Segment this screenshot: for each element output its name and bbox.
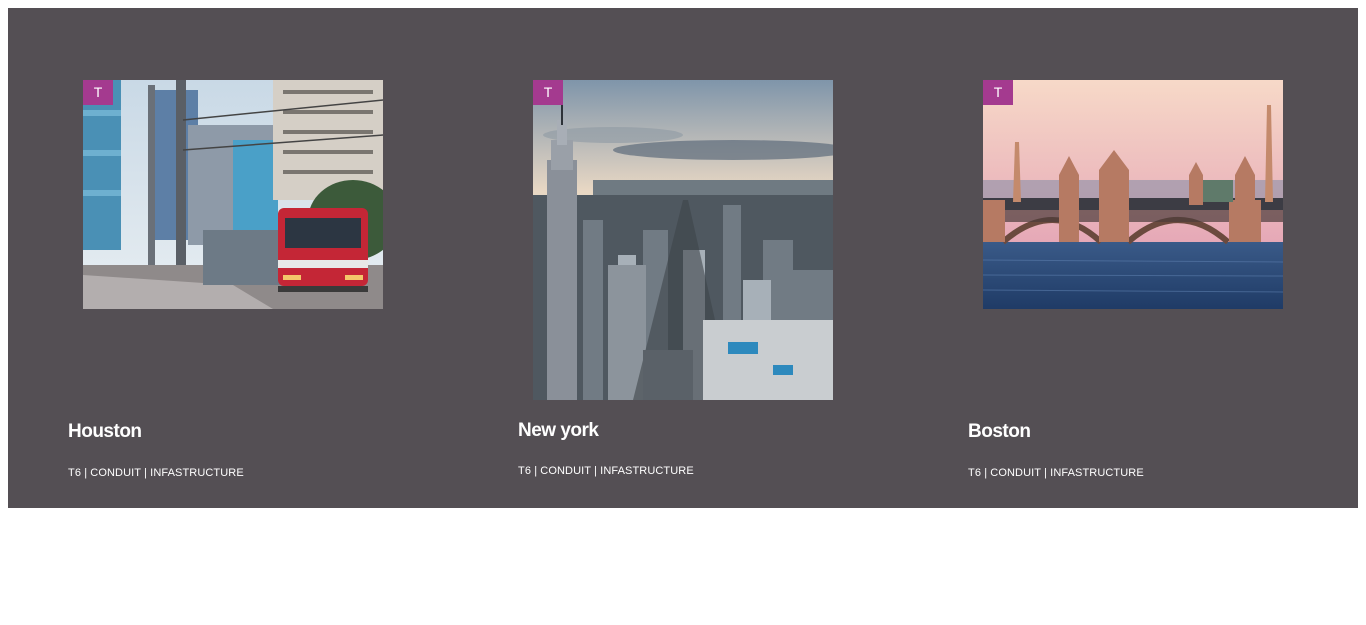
houston-photo-link[interactable]: T [83, 80, 383, 309]
city-title[interactable]: New york [518, 420, 599, 442]
project-type-badge: T [533, 80, 563, 105]
project-card-new-york[interactable]: T New york T6 | CONDUIT | INFASTRUCTURE [518, 8, 838, 508]
project-card-boston[interactable]: T Boston T6 | CONDUIT | INFASTRUCTURE [968, 8, 1288, 508]
boston-bridge-image [983, 80, 1283, 309]
project-card-houston[interactable]: T Houston T6 | CONDUIT | INFASTRUCTURE [68, 8, 388, 508]
project-categories: T6 | CONDUIT | INFASTRUCTURE [518, 465, 694, 477]
project-categories: T6 | CONDUIT | INFASTRUCTURE [968, 467, 1144, 479]
boston-photo-link[interactable]: T [983, 80, 1283, 309]
city-title[interactable]: Houston [68, 421, 142, 443]
new-york-photo-link[interactable]: T [533, 80, 833, 400]
project-categories: T6 | CONDUIT | INFASTRUCTURE [68, 467, 244, 479]
projects-panel: T Houston T6 | CONDUIT | INFASTRUCTURE T… [8, 8, 1358, 508]
city-title[interactable]: Boston [968, 421, 1031, 443]
new-york-skyline-image [533, 80, 833, 400]
houston-streetcar-image [83, 80, 383, 309]
project-type-badge: T [83, 80, 113, 105]
project-type-badge: T [983, 80, 1013, 105]
